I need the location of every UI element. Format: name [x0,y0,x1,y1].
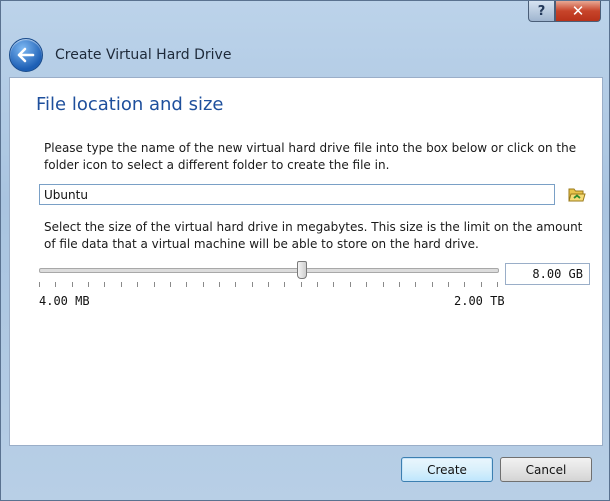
location-description: Please type the name of the new virtual … [44,141,577,172]
slider-tick [170,282,171,287]
slider-tick [121,282,122,287]
slider-tick [186,282,187,287]
content-panel: File location and size Please type the n… [9,77,603,446]
size-slider[interactable] [39,260,499,300]
page-title: File location and size [36,94,224,115]
slider-tick [481,282,482,287]
slider-tick [432,282,433,287]
cancel-button[interactable]: Cancel [500,457,592,482]
slider-tick [154,282,155,287]
slider-tick [88,282,89,287]
slider-tick [55,282,56,287]
slider-tick [333,282,334,287]
slider-tick [464,282,465,287]
slider-tick [284,282,285,287]
wizard-header: Create Virtual Hard Drive [9,33,601,77]
close-button[interactable]: ✕ [555,1,601,22]
slider-tick [268,282,269,287]
slider-tick [235,282,236,287]
help-button[interactable]: ? [528,1,555,22]
slider-tick [137,282,138,287]
folder-icon[interactable] [568,186,586,203]
wizard-title: Create Virtual Hard Drive [55,47,232,63]
slider-tick [39,282,40,287]
slider-tick [350,282,351,287]
slider-thumb[interactable] [297,261,307,279]
slider-track[interactable] [39,268,499,273]
slider-tick [252,282,253,287]
size-description: Select the size of the virtual hard driv… [44,220,583,251]
file-name-input[interactable] [39,184,555,205]
title-bar-buttons: ? ✕ [528,1,601,22]
size-max-label: 2.00 TB [454,294,505,308]
slider-tick [399,282,400,287]
size-min-label: 4.00 MB [39,294,90,308]
slider-tick [317,282,318,287]
create-button[interactable]: Create [401,457,493,482]
slider-tick [497,282,498,287]
back-arrow-icon[interactable] [9,38,43,72]
slider-tick [366,282,367,287]
slider-tick [203,282,204,287]
slider-tick [383,282,384,287]
slider-tick [219,282,220,287]
slider-tick [301,282,302,287]
slider-tick [415,282,416,287]
slider-tick [448,282,449,287]
slider-tick [104,282,105,287]
dialog-window: ? ✕ Create Virtual Hard Drive File locat… [0,0,610,501]
slider-tick [72,282,73,287]
size-input[interactable] [505,263,590,285]
slider-ticks [39,282,499,288]
